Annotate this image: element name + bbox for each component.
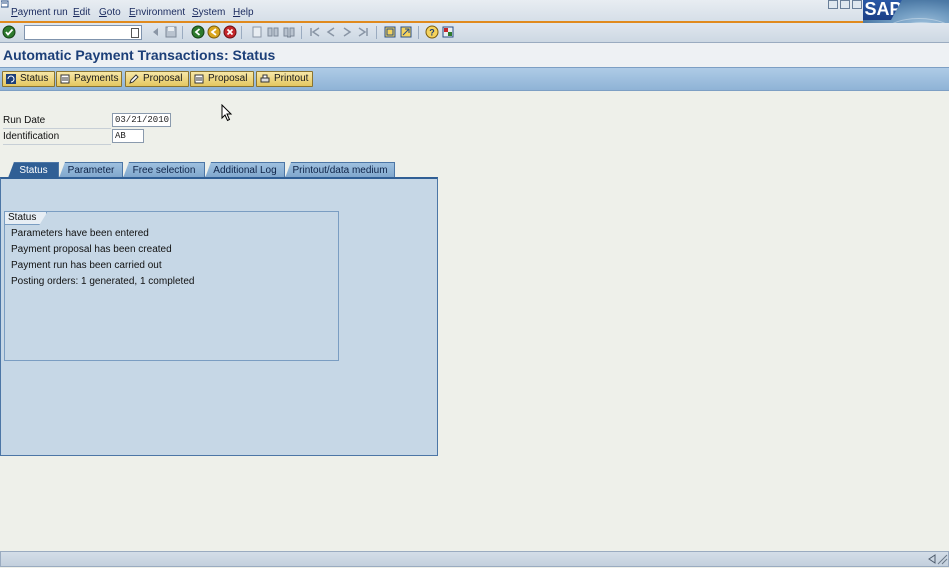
printout-button-label: Printout <box>274 73 309 84</box>
status-button[interactable]: Status <box>2 71 55 87</box>
maximize-icon[interactable] <box>840 0 850 9</box>
close-window-icon[interactable] <box>852 0 862 9</box>
document-list-icon <box>194 74 204 84</box>
system-menu-icon[interactable] <box>1 0 9 8</box>
identification-label: Identification <box>3 130 111 145</box>
tab-free-selection[interactable]: Free selection <box>123 162 205 178</box>
minimize-icon[interactable] <box>828 0 838 9</box>
resize-grip-icon[interactable] <box>937 553 948 565</box>
status-line-payment-run: Payment run has been carried out <box>11 260 162 271</box>
status-line-posting-orders: Posting orders: 1 generated, 1 completed <box>11 276 195 287</box>
command-history-icon[interactable] <box>131 28 139 38</box>
save-icon[interactable] <box>164 25 178 39</box>
next-page-icon[interactable] <box>340 25 354 39</box>
command-field[interactable] <box>24 25 142 40</box>
edit-proposal-button[interactable]: Proposal <box>125 71 189 87</box>
first-page-icon[interactable] <box>308 25 322 39</box>
status-bar-collapse-icon[interactable] <box>927 554 936 564</box>
triangle-left-icon[interactable] <box>149 25 163 39</box>
menu-goto[interactable]: Goto <box>99 7 121 18</box>
payments-button-label: Payments <box>74 73 119 84</box>
help-icon[interactable]: ? <box>425 25 439 39</box>
previous-page-icon[interactable] <box>324 25 338 39</box>
tab-parameter[interactable]: Parameter <box>59 162 123 178</box>
create-session-icon[interactable] <box>383 25 397 39</box>
payments-button[interactable]: Payments <box>56 71 122 87</box>
application-toolbar: Status Payments Proposal Proposal Printo… <box>0 67 949 91</box>
svg-text:?: ? <box>429 28 435 38</box>
run-date-label: Run Date <box>3 114 111 129</box>
status-refresh-icon <box>6 74 16 84</box>
page-title: Automatic Payment Transactions: Status <box>3 47 276 63</box>
sap-logo-text: SAP <box>863 0 903 20</box>
display-proposal-button[interactable]: Proposal <box>190 71 254 87</box>
shortcut-icon[interactable] <box>399 25 413 39</box>
title-bar: Automatic Payment Transactions: Status <box>0 43 949 67</box>
printer-icon <box>260 74 270 83</box>
print-icon[interactable] <box>250 25 264 39</box>
tab-status[interactable]: Status <box>8 162 59 178</box>
menu-system[interactable]: System <box>192 7 225 18</box>
exit-icon[interactable] <box>207 25 221 39</box>
edit-proposal-button-label: Proposal <box>143 73 183 84</box>
status-bar <box>0 551 949 567</box>
payments-icon <box>60 74 70 84</box>
identification-field[interactable]: AB <box>112 129 144 143</box>
tab-printout-data-medium[interactable]: Printout/data medium <box>285 162 395 178</box>
menu-help[interactable]: Help <box>233 7 254 18</box>
find-next-icon[interactable] <box>282 25 296 39</box>
cancel-icon[interactable] <box>223 25 237 39</box>
menu-payment-run[interactable]: Payment run <box>11 7 68 18</box>
menu-edit[interactable]: Edit <box>73 7 90 18</box>
menu-environment[interactable]: Environment <box>129 7 185 18</box>
menu-bar: Payment run Edit Goto Environment System… <box>0 0 949 23</box>
status-group-title: Status <box>5 212 47 225</box>
last-page-icon[interactable] <box>356 25 370 39</box>
standard-toolbar: ? <box>0 23 949 43</box>
status-line-parameters: Parameters have been entered <box>11 228 149 239</box>
status-button-label: Status <box>20 73 49 84</box>
back-icon[interactable] <box>191 25 205 39</box>
tab-panel-status: Status Parameters have been entered Paym… <box>0 177 438 456</box>
find-icon[interactable] <box>266 25 280 39</box>
run-date-field[interactable]: 03/21/2010 <box>112 113 171 127</box>
tab-additional-log[interactable]: Additional Log <box>205 162 285 178</box>
status-group-box: Status Parameters have been entered Paym… <box>4 211 339 361</box>
layout-menu-icon[interactable] <box>441 25 455 39</box>
mouse-pointer-icon <box>221 104 233 122</box>
display-proposal-button-label: Proposal <box>208 73 248 84</box>
enter-check-icon[interactable] <box>2 25 16 39</box>
printout-button[interactable]: Printout <box>256 71 313 87</box>
edit-pencil-icon <box>129 74 139 84</box>
status-line-proposal: Payment proposal has been created <box>11 244 172 255</box>
